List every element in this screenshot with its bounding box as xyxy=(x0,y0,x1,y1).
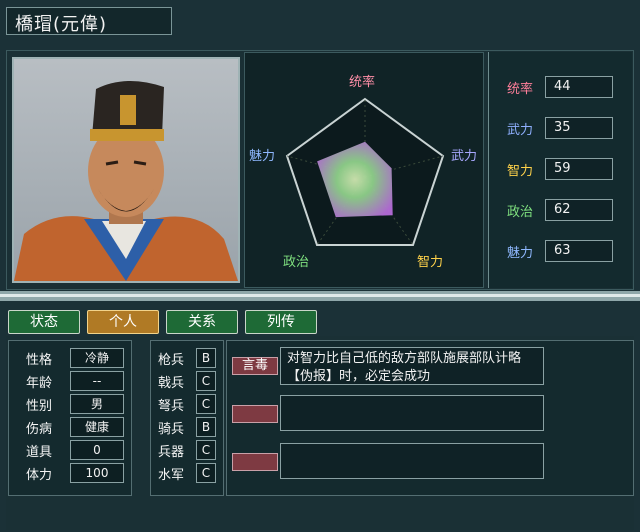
portrait-image xyxy=(14,59,238,281)
stat-label-charm: 魅力 xyxy=(507,246,534,261)
stat-value-leadership: 44 xyxy=(545,76,613,98)
radar-label-top: 统率 xyxy=(349,75,376,90)
personal-label-3: 伤病 xyxy=(26,422,53,437)
troop-label-2: 弩兵 xyxy=(158,399,185,414)
stat-label-intelligence: 智力 xyxy=(507,164,534,179)
radar-label-right: 武力 xyxy=(451,149,478,164)
troop-grade-4: C xyxy=(196,440,216,460)
troop-label-5: 水军 xyxy=(158,468,185,483)
stat-label-leadership: 统率 xyxy=(507,82,534,97)
officer-name: 橋瑁(元偉) xyxy=(6,7,172,35)
personal-value-0: 冷静 xyxy=(70,348,124,368)
radar-label-left: 魅力 xyxy=(249,149,276,164)
personal-label-4: 道具 xyxy=(26,445,53,460)
stat-label-politics: 政治 xyxy=(507,205,534,220)
tab-status[interactable]: 状态 xyxy=(8,310,80,334)
stat-label-war: 武力 xyxy=(507,123,534,138)
section-divider-highlight xyxy=(0,294,640,297)
personal-value-1: -- xyxy=(70,371,124,391)
skill-description-2 xyxy=(280,395,544,431)
skill-description-1: 对智力比自己低的敌方部队施展部队计略【伪报】时，必定会成功 xyxy=(280,347,544,385)
radar-chart: 统率 武力 智力 政治 魅力 xyxy=(244,52,484,288)
radar-label-bottom-left: 政治 xyxy=(283,255,310,270)
officer-portrait xyxy=(12,57,240,283)
troop-grade-5: C xyxy=(196,463,216,483)
personal-value-2: 男 xyxy=(70,394,124,414)
stats-panel: 统率 44 武力 35 智力 59 政治 62 魅力 63 xyxy=(488,52,632,288)
personal-label-1: 年龄 xyxy=(26,376,53,391)
personal-label-2: 性别 xyxy=(26,399,53,414)
troop-grade-2: C xyxy=(196,394,216,414)
radar-label-bottom-right: 智力 xyxy=(417,255,444,270)
tab-personal[interactable]: 个人 xyxy=(87,310,159,334)
stat-value-war: 35 xyxy=(545,117,613,139)
tab-relations[interactable]: 关系 xyxy=(166,310,238,334)
skill-button-1[interactable]: 言毒 xyxy=(232,357,278,375)
stat-value-charm: 63 xyxy=(545,240,613,262)
personal-value-3: 健康 xyxy=(70,417,124,437)
skill-button-3[interactable] xyxy=(232,453,278,471)
skill-button-2[interactable] xyxy=(232,405,278,423)
troop-grade-1: C xyxy=(196,371,216,391)
troop-label-0: 枪兵 xyxy=(158,353,185,368)
troop-grade-3: B xyxy=(196,417,216,437)
troop-label-4: 兵器 xyxy=(158,445,185,460)
personal-value-4: 0 xyxy=(70,440,124,460)
personal-label-5: 体力 xyxy=(26,468,53,483)
stat-value-intelligence: 59 xyxy=(545,158,613,180)
troop-grade-0: B xyxy=(196,348,216,368)
personal-value-5: 100 xyxy=(70,463,124,483)
personal-label-0: 性格 xyxy=(26,353,53,368)
troop-label-1: 戟兵 xyxy=(158,376,185,391)
tab-biography[interactable]: 列传 xyxy=(245,310,317,334)
stat-value-politics: 62 xyxy=(545,199,613,221)
troop-label-3: 骑兵 xyxy=(158,422,185,437)
skill-description-3 xyxy=(280,443,544,479)
